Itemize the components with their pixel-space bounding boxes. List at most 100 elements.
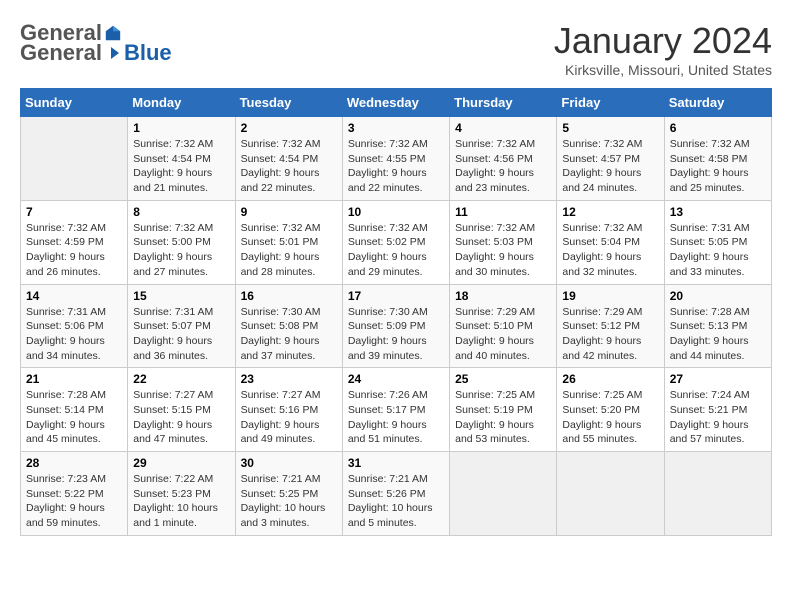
day-info: Sunrise: 7:31 AMSunset: 5:05 PMDaylight:… xyxy=(670,221,766,280)
calendar-cell: 8Sunrise: 7:32 AMSunset: 5:00 PMDaylight… xyxy=(128,200,235,284)
day-number: 8 xyxy=(133,205,229,219)
title-area: January 2024 Kirksville, Missouri, Unite… xyxy=(554,20,772,78)
calendar-cell: 6 Sunrise: 7:32 AMSunset: 4:58 PMDaylight… xyxy=(664,117,771,201)
calendar-cell xyxy=(450,452,557,536)
day-info: Sunrise: 7:29 AMSunset: 5:12 PMDaylight:… xyxy=(562,305,658,364)
calendar-week-row: 7 Sunrise: 7:32 AMSunset: 4:59 PMDaylight… xyxy=(21,200,772,284)
calendar-cell: 24Sunrise: 7:26 AMSunset: 5:17 PMDayligh… xyxy=(342,368,449,452)
calendar-cell: 5Sunrise: 7:32 AMSunset: 4:57 PMDaylight… xyxy=(557,117,664,201)
day-info: Sunrise: 7:25 AMSunset: 5:20 PMDaylight:… xyxy=(562,388,658,447)
day-number: 7 xyxy=(26,205,122,219)
day-of-week-tuesday: Tuesday xyxy=(235,89,342,117)
day-info: Sunrise: 7:32 AMSunset: 5:04 PMDaylight:… xyxy=(562,221,658,280)
calendar-cell: 19 Sunrise: 7:29 AMSunset: 5:12 PMDayligh… xyxy=(557,284,664,368)
day-info: Sunrise: 7:30 AMSunset: 5:08 PMDaylight:… xyxy=(241,305,337,364)
day-info: Sunrise: 7:24 AMSunset: 5:21 PMDaylight:… xyxy=(670,388,766,447)
calendar-cell: 2 Sunrise: 7:32 AMSunset: 4:54 PMDaylight… xyxy=(235,117,342,201)
day-number: 12 xyxy=(562,205,658,219)
day-number: 19 xyxy=(562,289,658,303)
day-number: 29 xyxy=(133,456,229,470)
day-info: Sunrise: 7:22 AMSunset: 5:23 PMDaylight:… xyxy=(133,472,229,531)
calendar-header: SundayMondayTuesdayWednesdayThursdayFrid… xyxy=(21,89,772,117)
calendar-cell: 22 Sunrise: 7:27 AMSunset: 5:15 PMDayligh… xyxy=(128,368,235,452)
day-of-week-monday: Monday xyxy=(128,89,235,117)
calendar-cell: 18Sunrise: 7:29 AMSunset: 5:10 PMDayligh… xyxy=(450,284,557,368)
day-info: Sunrise: 7:23 AMSunset: 5:22 PMDaylight:… xyxy=(26,472,122,531)
day-info: Sunrise: 7:31 AMSunset: 5:06 PMDaylight:… xyxy=(26,305,122,364)
calendar-week-row: 14 Sunrise: 7:31 AMSunset: 5:06 PMDayligh… xyxy=(21,284,772,368)
calendar-cell: 28 Sunrise: 7:23 AMSunset: 5:22 PMDayligh… xyxy=(21,452,128,536)
day-number: 28 xyxy=(26,456,122,470)
calendar-cell: 23Sunrise: 7:27 AMSunset: 5:16 PMDayligh… xyxy=(235,368,342,452)
day-number: 25 xyxy=(455,372,551,386)
day-of-week-wednesday: Wednesday xyxy=(342,89,449,117)
calendar-cell: 12 Sunrise: 7:32 AMSunset: 5:04 PMDayligh… xyxy=(557,200,664,284)
day-info: Sunrise: 7:27 AMSunset: 5:15 PMDaylight:… xyxy=(133,388,229,447)
calendar-body: 1 Sunrise: 7:32 AMSunset: 4:54 PMDaylight… xyxy=(21,117,772,536)
month-title: January 2024 xyxy=(554,20,772,62)
day-number: 14 xyxy=(26,289,122,303)
calendar-week-row: 1 Sunrise: 7:32 AMSunset: 4:54 PMDaylight… xyxy=(21,117,772,201)
calendar-cell: 20Sunrise: 7:28 AMSunset: 5:13 PMDayligh… xyxy=(664,284,771,368)
calendar-cell: 15 Sunrise: 7:31 AMSunset: 5:07 PMDayligh… xyxy=(128,284,235,368)
header: General General Blue January 2024 Kirksv… xyxy=(20,20,772,78)
day-info: Sunrise: 7:31 AMSunset: 5:07 PMDaylight:… xyxy=(133,305,229,364)
calendar-cell: 11 Sunrise: 7:32 AMSunset: 5:03 PMDayligh… xyxy=(450,200,557,284)
calendar-cell xyxy=(664,452,771,536)
day-info: Sunrise: 7:25 AMSunset: 5:19 PMDaylight:… xyxy=(455,388,551,447)
day-number: 11 xyxy=(455,205,551,219)
calendar-cell: 9Sunrise: 7:32 AMSunset: 5:01 PMDaylight… xyxy=(235,200,342,284)
day-info: Sunrise: 7:21 AMSunset: 5:25 PMDaylight:… xyxy=(241,472,337,531)
day-info: Sunrise: 7:32 AMSunset: 4:59 PMDaylight:… xyxy=(26,221,122,280)
day-info: Sunrise: 7:29 AMSunset: 5:10 PMDaylight:… xyxy=(455,305,551,364)
calendar-table: SundayMondayTuesdayWednesdayThursdayFrid… xyxy=(20,88,772,536)
day-number: 17 xyxy=(348,289,444,303)
day-info: Sunrise: 7:32 AMSunset: 4:54 PMDaylight:… xyxy=(133,137,229,196)
day-number: 4 xyxy=(455,121,551,135)
calendar-cell: 27 Sunrise: 7:24 AMSunset: 5:21 PMDayligh… xyxy=(664,368,771,452)
day-info: Sunrise: 7:32 AMSunset: 5:02 PMDaylight:… xyxy=(348,221,444,280)
calendar-cell: 21Sunrise: 7:28 AMSunset: 5:14 PMDayligh… xyxy=(21,368,128,452)
calendar-cell: 30Sunrise: 7:21 AMSunset: 5:25 PMDayligh… xyxy=(235,452,342,536)
day-number: 27 xyxy=(670,372,766,386)
calendar-cell: 14 Sunrise: 7:31 AMSunset: 5:06 PMDayligh… xyxy=(21,284,128,368)
day-number: 6 xyxy=(670,121,766,135)
calendar-cell: 31Sunrise: 7:21 AMSunset: 5:26 PMDayligh… xyxy=(342,452,449,536)
day-number: 9 xyxy=(241,205,337,219)
calendar-week-row: 21Sunrise: 7:28 AMSunset: 5:14 PMDayligh… xyxy=(21,368,772,452)
calendar-cell: 7 Sunrise: 7:32 AMSunset: 4:59 PMDaylight… xyxy=(21,200,128,284)
day-info: Sunrise: 7:30 AMSunset: 5:09 PMDaylight:… xyxy=(348,305,444,364)
day-number: 5 xyxy=(562,121,658,135)
calendar-cell xyxy=(557,452,664,536)
calendar-cell: 25 Sunrise: 7:25 AMSunset: 5:19 PMDayligh… xyxy=(450,368,557,452)
calendar-cell: 10 Sunrise: 7:32 AMSunset: 5:02 PMDayligh… xyxy=(342,200,449,284)
day-of-week-friday: Friday xyxy=(557,89,664,117)
day-number: 22 xyxy=(133,372,229,386)
calendar-cell: 16Sunrise: 7:30 AMSunset: 5:08 PMDayligh… xyxy=(235,284,342,368)
day-number: 15 xyxy=(133,289,229,303)
day-info: Sunrise: 7:32 AMSunset: 5:03 PMDaylight:… xyxy=(455,221,551,280)
day-number: 20 xyxy=(670,289,766,303)
calendar-cell: 13 Sunrise: 7:31 AMSunset: 5:05 PMDayligh… xyxy=(664,200,771,284)
day-of-week-thursday: Thursday xyxy=(450,89,557,117)
day-number: 24 xyxy=(348,372,444,386)
calendar-cell: 29 Sunrise: 7:22 AMSunset: 5:23 PMDayligh… xyxy=(128,452,235,536)
day-number: 21 xyxy=(26,372,122,386)
day-info: Sunrise: 7:32 AMSunset: 4:56 PMDaylight:… xyxy=(455,137,551,196)
day-info: Sunrise: 7:27 AMSunset: 5:16 PMDaylight:… xyxy=(241,388,337,447)
days-of-week-row: SundayMondayTuesdayWednesdayThursdayFrid… xyxy=(21,89,772,117)
calendar-week-row: 28 Sunrise: 7:23 AMSunset: 5:22 PMDayligh… xyxy=(21,452,772,536)
day-number: 10 xyxy=(348,205,444,219)
calendar-cell: 1 Sunrise: 7:32 AMSunset: 4:54 PMDaylight… xyxy=(128,117,235,201)
calendar-cell: 26 Sunrise: 7:25 AMSunset: 5:20 PMDayligh… xyxy=(557,368,664,452)
day-number: 1 xyxy=(133,121,229,135)
calendar-cell: 4 Sunrise: 7:32 AMSunset: 4:56 PMDaylight… xyxy=(450,117,557,201)
day-number: 13 xyxy=(670,205,766,219)
day-of-week-sunday: Sunday xyxy=(21,89,128,117)
day-number: 2 xyxy=(241,121,337,135)
logo: General General Blue xyxy=(20,20,172,66)
day-number: 3 xyxy=(348,121,444,135)
day-info: Sunrise: 7:32 AMSunset: 4:54 PMDaylight:… xyxy=(241,137,337,196)
day-number: 26 xyxy=(562,372,658,386)
day-info: Sunrise: 7:32 AMSunset: 4:58 PMDaylight:… xyxy=(670,137,766,196)
